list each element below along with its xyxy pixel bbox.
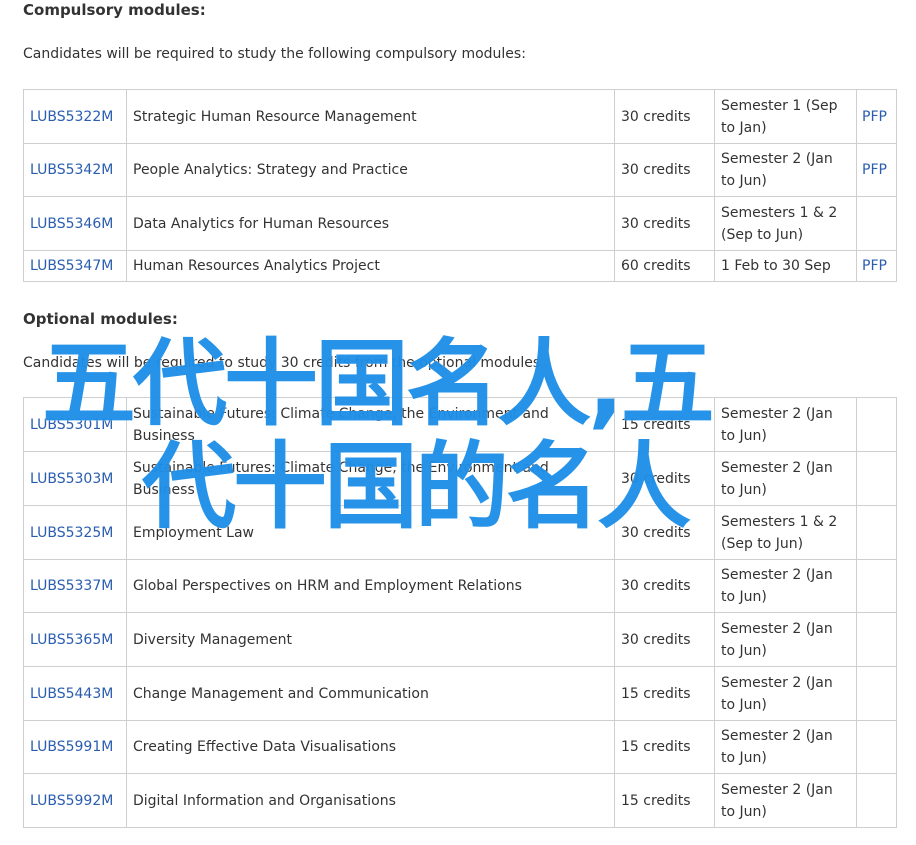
module-credits: 15 credits [614,397,715,452]
module-row: LUBS5342M People Analytics: Strategy and … [23,143,897,197]
module-title: Diversity Management [126,612,615,667]
compulsory-modules-table: LUBS5322M Strategic Human Resource Manage… [23,89,897,282]
module-semester: Semesters 1 & 2 (Sep to Jun) [714,196,857,251]
module-pfp-cell [856,773,897,828]
module-title: Data Analytics for Human Resources [126,196,615,251]
module-code-link[interactable]: LUBS5303M [30,471,113,487]
module-pfp-cell [856,720,897,774]
module-title: Employment Law [126,505,615,560]
module-row: LUBS5325M Employment Law 30 credits Semeste… [23,505,897,560]
module-credits: 30 credits [614,143,715,197]
module-semester: Semester 2 (Jan to Jun) [714,559,857,613]
module-pfp-cell [856,397,897,452]
module-semester: Semester 2 (Jan to Jun) [714,397,857,452]
module-credits: 30 credits [614,89,715,144]
module-row: LUBS5992M Digital Information and Organis… [23,773,897,828]
module-credits: 15 credits [614,666,715,721]
module-code-cell: LUBS5322M [23,89,127,144]
module-title: Digital Information and Organisations [126,773,615,828]
module-code-cell: LUBS5303M [23,451,127,506]
module-semester: Semester 2 (Jan to Jun) [714,720,857,774]
module-semester: Semester 1 (Sep to Jan) [714,89,857,144]
module-code-link[interactable]: LUBS5347M [30,258,113,274]
module-code-cell: LUBS5342M [23,143,127,197]
module-pfp-cell [856,559,897,613]
module-pfp-cell [856,612,897,667]
module-title: Sustainable Futures: Climate Change, the… [126,397,615,452]
module-semester: Semester 2 (Jan to Jun) [714,612,857,667]
module-code-cell: LUBS5346M [23,196,127,251]
module-credits: 60 credits [614,250,715,282]
module-semester: Semester 2 (Jan to Jun) [714,773,857,828]
module-semester: 1 Feb to 30 Sep [714,250,857,282]
optional-modules-table: LUBS5301M Sustainable Futures: Climate Ch… [23,397,897,828]
module-row: LUBS5337M Global Perspectives on HRM and … [23,559,897,613]
module-title: Creating Effective Data Visualisations [126,720,615,774]
pfp-link[interactable]: PFP [862,258,887,274]
module-title: Sustainable Futures: Climate Change, the… [126,451,615,506]
module-code-cell: LUBS5301M [23,397,127,452]
page: Compulsory modules: Candidates will be r… [0,0,916,845]
module-code-link[interactable]: LUBS5365M [30,632,113,648]
module-row: LUBS5322M Strategic Human Resource Manage… [23,89,897,144]
pfp-link[interactable]: PFP [862,109,887,125]
module-credits: 30 credits [614,196,715,251]
module-pfp-cell [856,505,897,560]
module-row: LUBS5991M Creating Effective Data Visuali… [23,720,897,774]
module-semester: Semesters 1 & 2 (Sep to Jun) [714,505,857,560]
module-pfp-cell: PFP [856,250,897,282]
module-title: Change Management and Communication [126,666,615,721]
module-credits: 30 credits [614,505,715,560]
module-code-cell: LUBS5991M [23,720,127,774]
module-code-link[interactable]: LUBS5337M [30,578,113,594]
module-code-cell: LUBS5337M [23,559,127,613]
module-credits: 15 credits [614,773,715,828]
module-code-cell: LUBS5347M [23,250,127,282]
module-title: People Analytics: Strategy and Practice [126,143,615,197]
module-code-cell: LUBS5992M [23,773,127,828]
optional-modules-intro: Candidates will be required to study 30 … [23,355,541,371]
module-code-link[interactable]: LUBS5322M [30,109,113,125]
module-row: LUBS5443M Change Management and Communica… [23,666,897,721]
module-code-cell: LUBS5325M [23,505,127,560]
module-pfp-cell [856,196,897,251]
module-row: LUBS5301M Sustainable Futures: Climate Ch… [23,397,897,452]
module-credits: 30 credits [614,451,715,506]
module-title: Global Perspectives on HRM and Employmen… [126,559,615,613]
module-pfp-cell: PFP [856,89,897,144]
module-pfp-cell [856,451,897,506]
module-code-link[interactable]: LUBS5342M [30,162,113,178]
module-code-link[interactable]: LUBS5443M [30,686,113,702]
module-code-link[interactable]: LUBS5301M [30,417,113,433]
module-pfp-cell: PFP [856,143,897,197]
module-credits: 15 credits [614,720,715,774]
module-row: LUBS5365M Diversity Management 30 credits S… [23,612,897,667]
module-credits: 30 credits [614,612,715,667]
module-title: Human Resources Analytics Project [126,250,615,282]
module-row: LUBS5346M Data Analytics for Human Resour… [23,196,897,251]
module-semester: Semester 2 (Jan to Jun) [714,451,857,506]
module-code-cell: LUBS5365M [23,612,127,667]
optional-modules-heading: Optional modules: [23,310,178,328]
module-semester: Semester 2 (Jan to Jun) [714,666,857,721]
module-semester: Semester 2 (Jan to Jun) [714,143,857,197]
module-credits: 30 credits [614,559,715,613]
module-code-cell: LUBS5443M [23,666,127,721]
module-code-link[interactable]: LUBS5991M [30,739,113,755]
module-row: LUBS5303M Sustainable Futures: Climate Ch… [23,451,897,506]
module-code-link[interactable]: LUBS5346M [30,216,113,232]
module-row: LUBS5347M Human Resources Analytics Proje… [23,250,897,282]
compulsory-modules-intro: Candidates will be required to study the… [23,46,526,62]
module-code-link[interactable]: LUBS5325M [30,525,113,541]
module-code-link[interactable]: LUBS5992M [30,793,113,809]
pfp-link[interactable]: PFP [862,162,887,178]
compulsory-modules-heading: Compulsory modules: [23,1,206,19]
module-pfp-cell [856,666,897,721]
module-title: Strategic Human Resource Management [126,89,615,144]
